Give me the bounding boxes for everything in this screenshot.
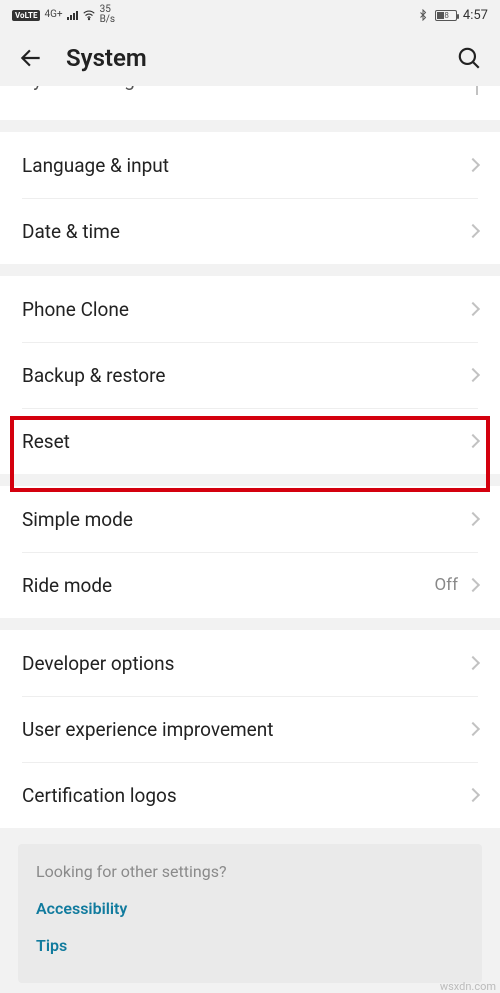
settings-row-date-time[interactable]: Date & time — [0, 198, 500, 264]
chevron-right-icon — [466, 368, 480, 382]
settings-row-system-navigation[interactable]: System navigation — [0, 86, 500, 120]
row-value: Off — [434, 575, 458, 595]
settings-row-certification-logos[interactable]: Certification logos — [0, 762, 500, 828]
row-label: Developer options — [22, 652, 174, 675]
chevron-right-icon — [466, 302, 480, 316]
status-bar: VoLTE 4G+ 35 B/s 38 4:57 — [0, 0, 500, 30]
chevron-right-icon — [466, 512, 480, 526]
footer-card: Looking for other settings? Accessibilit… — [18, 844, 482, 983]
battery-icon: 38 — [435, 10, 457, 21]
row-label: System navigation — [22, 86, 177, 91]
speed-unit: B/s — [100, 15, 116, 25]
chevron-right-icon — [466, 578, 480, 592]
settings-row-ride-mode[interactable]: Ride mode Off — [0, 552, 500, 618]
footer-link-tips[interactable]: Tips — [36, 936, 464, 955]
wifi-icon — [82, 8, 96, 22]
chevron-right-icon — [476, 86, 478, 95]
settings-row-simple-mode[interactable]: Simple mode — [0, 486, 500, 552]
settings-row-reset[interactable]: Reset — [0, 408, 500, 474]
volte-badge: VoLTE — [12, 10, 40, 21]
watermark: wsxdn.com — [440, 980, 496, 993]
settings-row-developer-options[interactable]: Developer options — [0, 630, 500, 696]
signal-icon — [67, 11, 78, 20]
settings-row-user-experience[interactable]: User experience improvement — [0, 696, 500, 762]
row-label: Ride mode — [22, 574, 112, 597]
chevron-right-icon — [466, 224, 480, 238]
row-label: Language & input — [22, 154, 169, 177]
settings-group: Developer options User experience improv… — [0, 630, 500, 828]
row-label: Date & time — [22, 220, 120, 243]
page-title: System — [66, 44, 434, 72]
settings-group: Phone Clone Backup & restore Reset — [0, 276, 500, 474]
chevron-right-icon — [466, 788, 480, 802]
bluetooth-icon — [417, 9, 429, 21]
network-type: 4G+ — [44, 10, 62, 20]
chevron-right-icon — [466, 158, 480, 172]
clock: 4:57 — [463, 8, 488, 23]
row-label: Certification logos — [22, 784, 177, 807]
row-label: Phone Clone — [22, 298, 129, 321]
settings-list: System navigation Language & input Date … — [0, 86, 500, 983]
settings-group: Simple mode Ride mode Off — [0, 486, 500, 618]
search-icon[interactable] — [456, 45, 482, 71]
header-bar: System — [0, 30, 500, 86]
row-label: Reset — [22, 430, 70, 453]
back-icon[interactable] — [18, 45, 44, 71]
row-label: Simple mode — [22, 508, 133, 531]
settings-row-backup-restore[interactable]: Backup & restore — [0, 342, 500, 408]
row-label: Backup & restore — [22, 364, 165, 387]
chevron-right-icon — [466, 434, 480, 448]
row-label: User experience improvement — [22, 718, 273, 741]
settings-row-language-input[interactable]: Language & input — [0, 132, 500, 198]
chevron-right-icon — [466, 656, 480, 670]
settings-group: Language & input Date & time — [0, 132, 500, 264]
chevron-right-icon — [466, 722, 480, 736]
settings-row-phone-clone[interactable]: Phone Clone — [0, 276, 500, 342]
footer-prompt: Looking for other settings? — [36, 862, 464, 881]
footer-link-accessibility[interactable]: Accessibility — [36, 899, 464, 918]
